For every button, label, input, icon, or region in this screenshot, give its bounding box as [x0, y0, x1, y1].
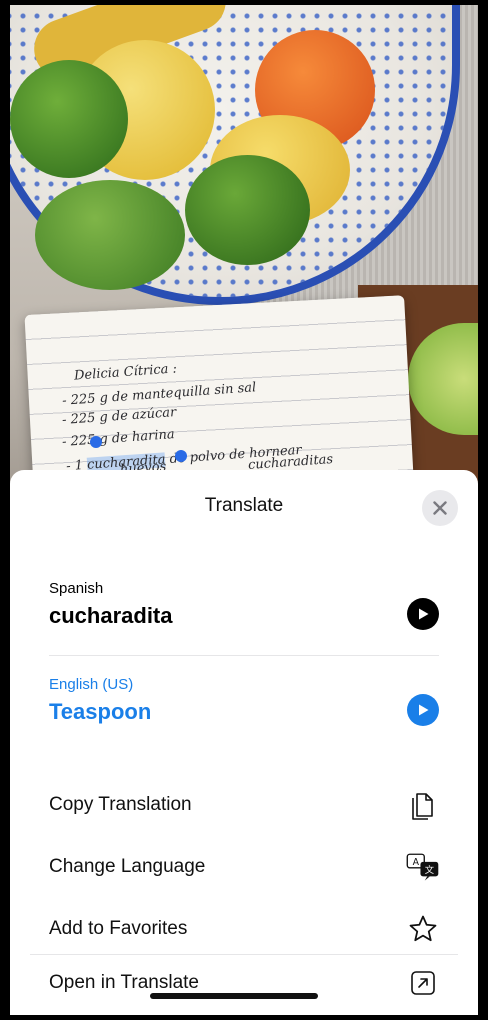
- play-target-button[interactable]: [407, 694, 439, 726]
- home-indicator[interactable]: [150, 993, 318, 999]
- selection-handle-start[interactable]: [90, 436, 102, 448]
- play-icon: [419, 608, 429, 620]
- lime: [10, 60, 128, 178]
- action-label: Open in Translate: [49, 972, 199, 993]
- selection-handle-end[interactable]: [175, 450, 187, 462]
- close-button[interactable]: [422, 490, 458, 526]
- copy-icon: [406, 788, 440, 822]
- change-language-action[interactable]: Change Language A 文: [49, 847, 440, 887]
- screen: Delicia Cítrica : - 225 g de mantequilla…: [10, 5, 478, 1015]
- divider: [49, 655, 439, 656]
- target-block: English (US) Teaspoon: [49, 676, 439, 726]
- action-label: Add to Favorites: [49, 918, 188, 939]
- svg-text:A: A: [413, 857, 420, 868]
- play-icon: [419, 704, 429, 716]
- source-language: Spanish: [49, 580, 104, 597]
- source-text: cucharadita: [49, 603, 173, 628]
- action-label: Change Language: [49, 856, 206, 877]
- target-text: Teaspoon: [49, 699, 152, 724]
- star-icon: [406, 912, 440, 946]
- action-label: Copy Translation: [49, 794, 192, 815]
- close-icon: [433, 501, 447, 515]
- sheet-title: Translate: [204, 495, 284, 516]
- lime: [35, 180, 185, 290]
- target-language: English (US): [49, 676, 134, 693]
- open-external-icon: [406, 966, 440, 1000]
- translate-language-icon: A 文: [406, 850, 440, 884]
- play-source-button[interactable]: [407, 598, 439, 630]
- translate-sheet: Translate Spanish cucharadita English (U…: [10, 470, 478, 1015]
- copy-translation-action[interactable]: Copy Translation: [49, 785, 440, 825]
- divider: [30, 954, 458, 955]
- add-to-favorites-action[interactable]: Add to Favorites: [49, 909, 440, 949]
- lime: [185, 155, 310, 265]
- source-block: Spanish cucharadita: [49, 580, 439, 630]
- svg-text:文: 文: [425, 864, 435, 876]
